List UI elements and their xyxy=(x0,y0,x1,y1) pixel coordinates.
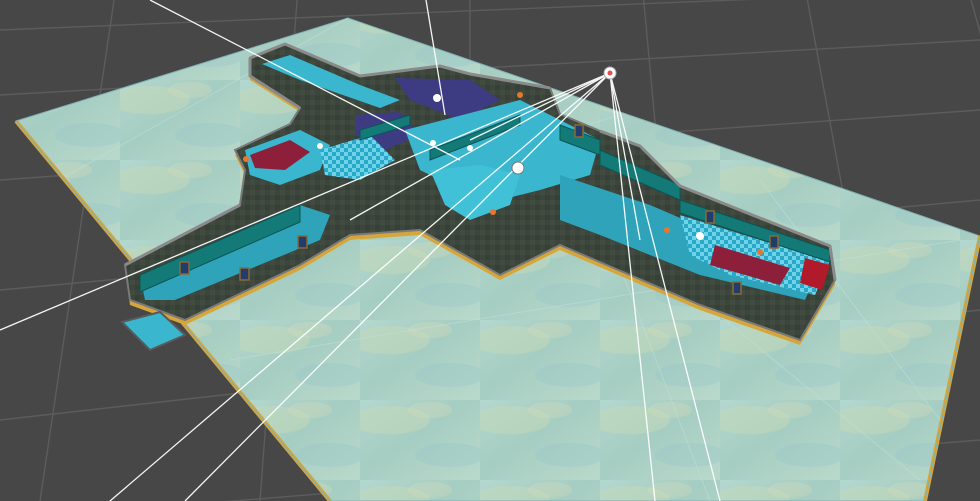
light-icon[interactable] xyxy=(603,66,617,80)
scene-view[interactable] xyxy=(0,0,980,501)
scene-canvas[interactable] xyxy=(0,0,980,501)
sphere-gizmo-icon[interactable] xyxy=(511,161,525,175)
